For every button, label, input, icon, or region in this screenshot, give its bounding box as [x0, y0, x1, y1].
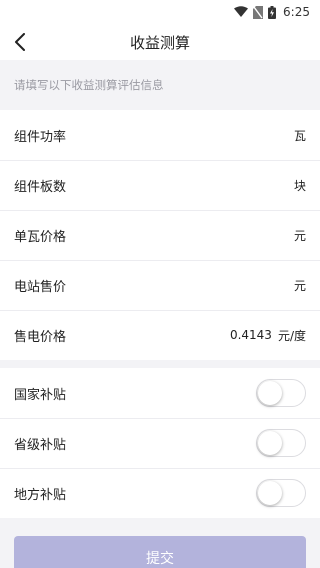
form-hint: 请填写以下收益测算评估信息	[14, 78, 164, 92]
battery-charging-icon	[268, 5, 277, 19]
input-group: 组件功率 瓦 组件板数 块 单瓦价格 元 电站售价 元 售电价格 0.4143 …	[0, 110, 320, 360]
price-per-watt-field[interactable]: 单瓦价格 元	[0, 210, 320, 260]
status-time: 6:25	[283, 5, 310, 19]
toggle-knob	[258, 431, 282, 455]
field-label: 电站售价	[14, 279, 67, 295]
submit-button[interactable]: 提交	[14, 536, 306, 568]
station-price-field[interactable]: 电站售价 元	[0, 260, 320, 310]
field-unit: 元	[293, 228, 306, 243]
subsidy-label: 省级补贴	[14, 437, 67, 453]
no-sim-icon	[253, 5, 264, 19]
field-label: 单瓦价格	[14, 229, 67, 245]
field-unit: 瓦	[293, 128, 306, 143]
back-button[interactable]	[6, 28, 34, 56]
field-unit: 元/度	[277, 328, 306, 343]
status-bar: 6:25	[0, 0, 320, 24]
national-subsidy-row: 国家补贴	[0, 368, 320, 418]
subsidy-label: 国家补贴	[14, 387, 67, 403]
local-subsidy-toggle[interactable]	[256, 479, 306, 507]
power-field[interactable]: 组件功率 瓦	[0, 110, 320, 160]
national-subsidy-toggle[interactable]	[256, 379, 306, 407]
field-label: 组件功率	[14, 129, 67, 145]
panel-count-field[interactable]: 组件板数 块	[0, 160, 320, 210]
subsidy-label: 地方补贴	[14, 487, 67, 503]
app-bar: 收益测算	[0, 24, 320, 60]
page-title: 收益测算	[129, 33, 190, 52]
field-unit: 块	[293, 178, 306, 193]
subsidy-group: 国家补贴 省级补贴 地方补贴	[0, 368, 320, 518]
field-value[interactable]: 0.4143	[230, 328, 272, 342]
provincial-subsidy-toggle[interactable]	[256, 429, 306, 457]
provincial-subsidy-row: 省级补贴	[0, 418, 320, 468]
toggle-knob	[258, 481, 282, 505]
chevron-left-icon	[15, 33, 25, 51]
field-label: 售电价格	[14, 329, 67, 345]
electricity-price-field[interactable]: 售电价格 0.4143 元/度	[0, 310, 320, 360]
toggle-knob	[258, 381, 282, 405]
field-unit: 元	[293, 278, 306, 293]
wifi-icon	[234, 6, 249, 18]
field-label: 组件板数	[14, 179, 67, 195]
local-subsidy-row: 地方补贴	[0, 468, 320, 518]
